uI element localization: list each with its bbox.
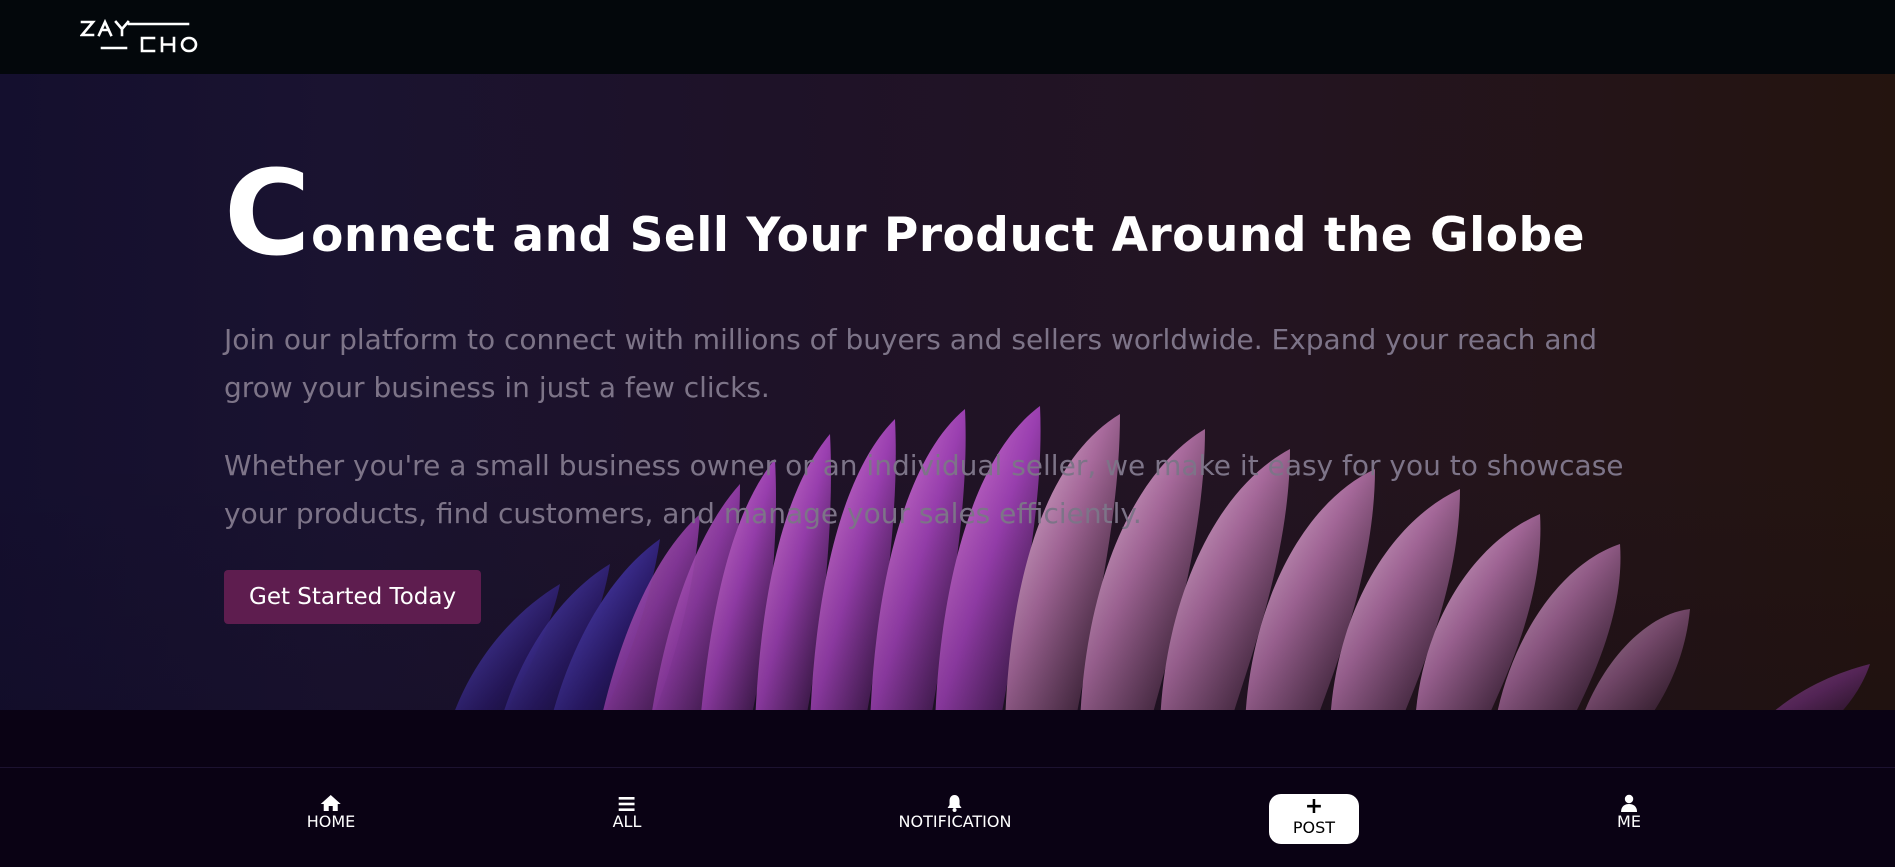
hero-paragraph-1: Join our platform to connect with millio… bbox=[224, 323, 1597, 404]
nav-all[interactable]: ALL bbox=[612, 792, 642, 831]
zaycho-logo[interactable] bbox=[79, 18, 220, 58]
home-icon bbox=[320, 792, 342, 812]
nav-me-label: ME bbox=[1617, 812, 1641, 831]
bottom-navigation: HOME ALL NOTIFICATION + POST ME bbox=[0, 767, 1895, 867]
bell-icon bbox=[947, 792, 963, 812]
hero-headline: Connect and Sell Your Product Around the… bbox=[224, 154, 1664, 272]
hero-content: Connect and Sell Your Product Around the… bbox=[224, 154, 1664, 624]
get-started-button[interactable]: Get Started Today bbox=[224, 570, 482, 624]
nav-notification-label: NOTIFICATION bbox=[898, 812, 1012, 831]
plus-icon: + bbox=[1304, 794, 1324, 819]
user-icon bbox=[1620, 792, 1638, 812]
logo-mark bbox=[79, 18, 198, 53]
hero-paragraph-2: Whether you're a small business owner or… bbox=[224, 449, 1624, 530]
menu-icon bbox=[619, 792, 635, 812]
hero-section: Connect and Sell Your Product Around the… bbox=[0, 74, 1895, 710]
nav-me[interactable]: ME bbox=[1617, 792, 1641, 831]
nav-notification[interactable]: NOTIFICATION bbox=[898, 792, 1012, 831]
nav-post-label: POST bbox=[1292, 818, 1336, 837]
nav-post-button[interactable]: + POST bbox=[1269, 794, 1359, 844]
nav-home-label: HOME bbox=[306, 812, 356, 831]
headline-drop-cap: C bbox=[224, 144, 312, 282]
nav-all-label: ALL bbox=[612, 812, 642, 831]
nav-home[interactable]: HOME bbox=[306, 792, 356, 831]
headline-text: onnect and Sell Your Product Around the … bbox=[311, 208, 1586, 263]
top-header bbox=[0, 0, 1895, 74]
